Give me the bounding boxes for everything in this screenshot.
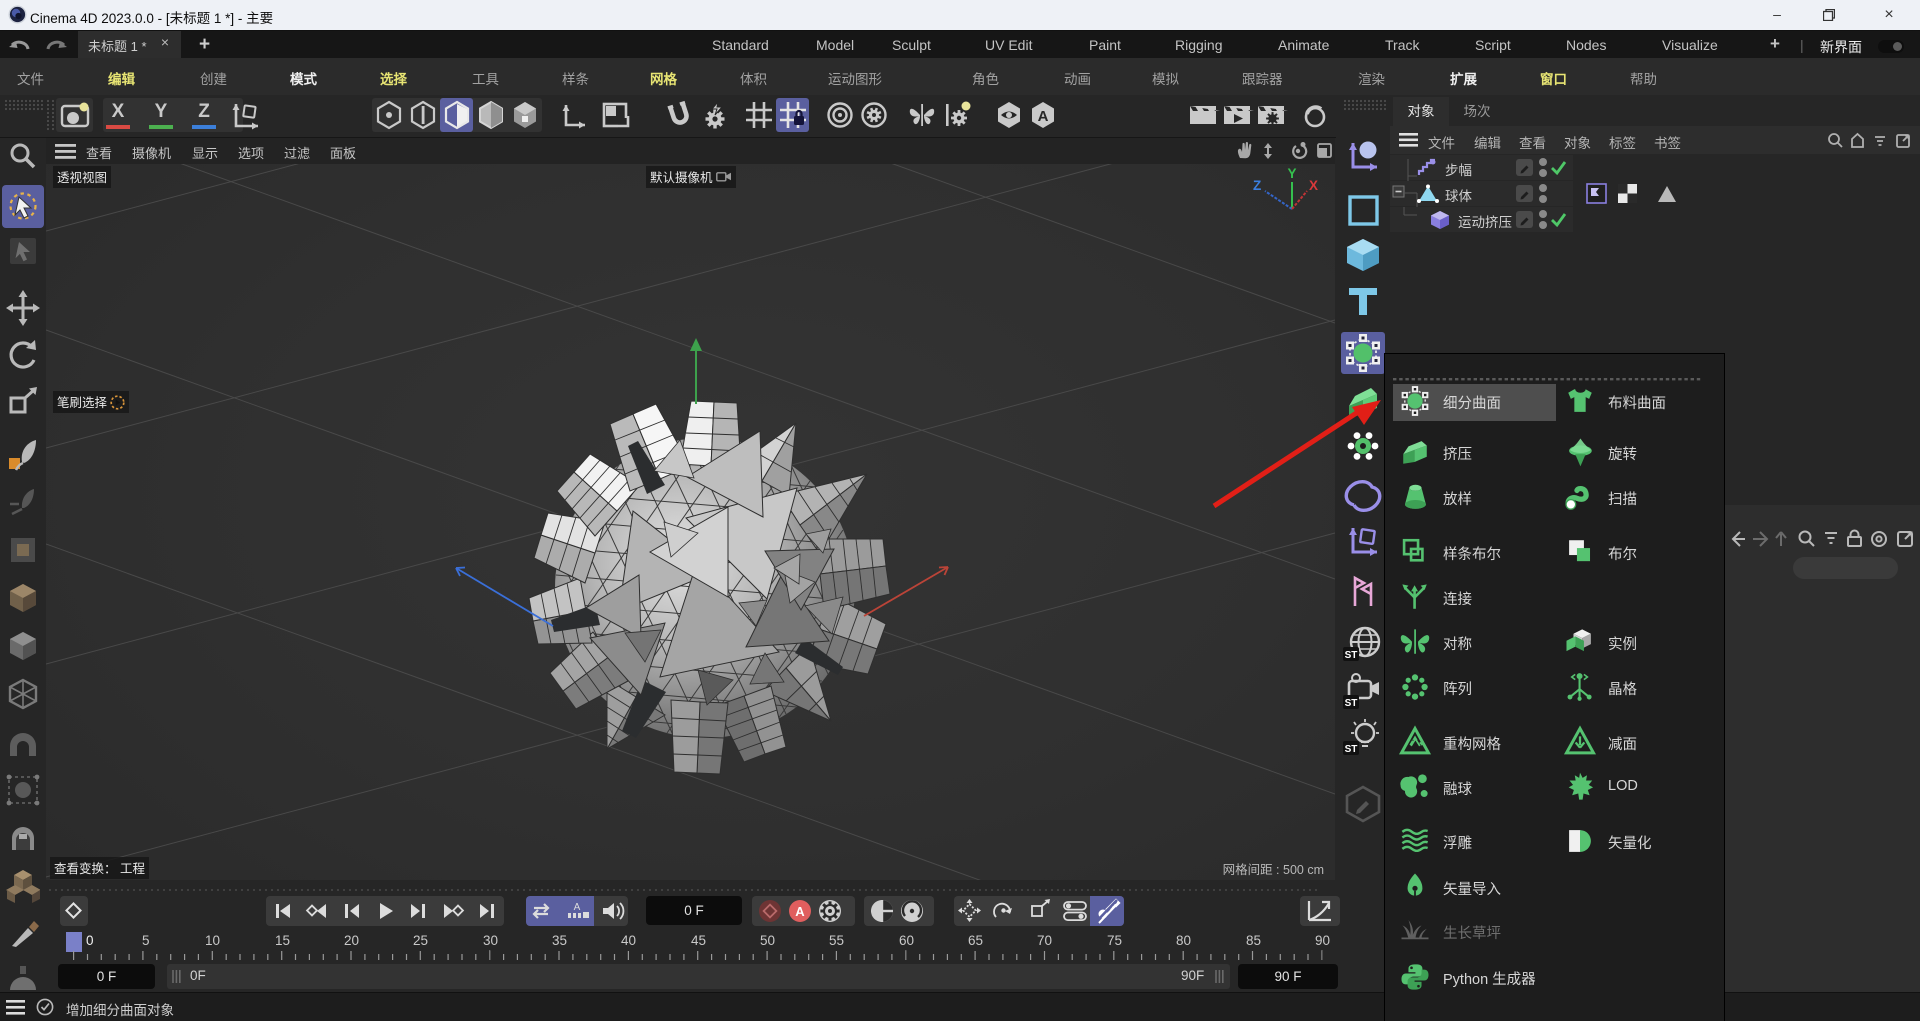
svg-text:ST: ST [1345,744,1358,755]
svg-text:ST: ST [1345,698,1358,709]
svg-text:X: X [1309,178,1318,193]
svg-text:Z: Z [1253,178,1261,193]
svg-text:A: A [795,904,805,919]
svg-text:A: A [1038,108,1049,125]
svg-text:ST: ST [1345,650,1358,661]
svg-text:Y: Y [1287,166,1296,181]
svg-text:A: A [574,902,581,913]
